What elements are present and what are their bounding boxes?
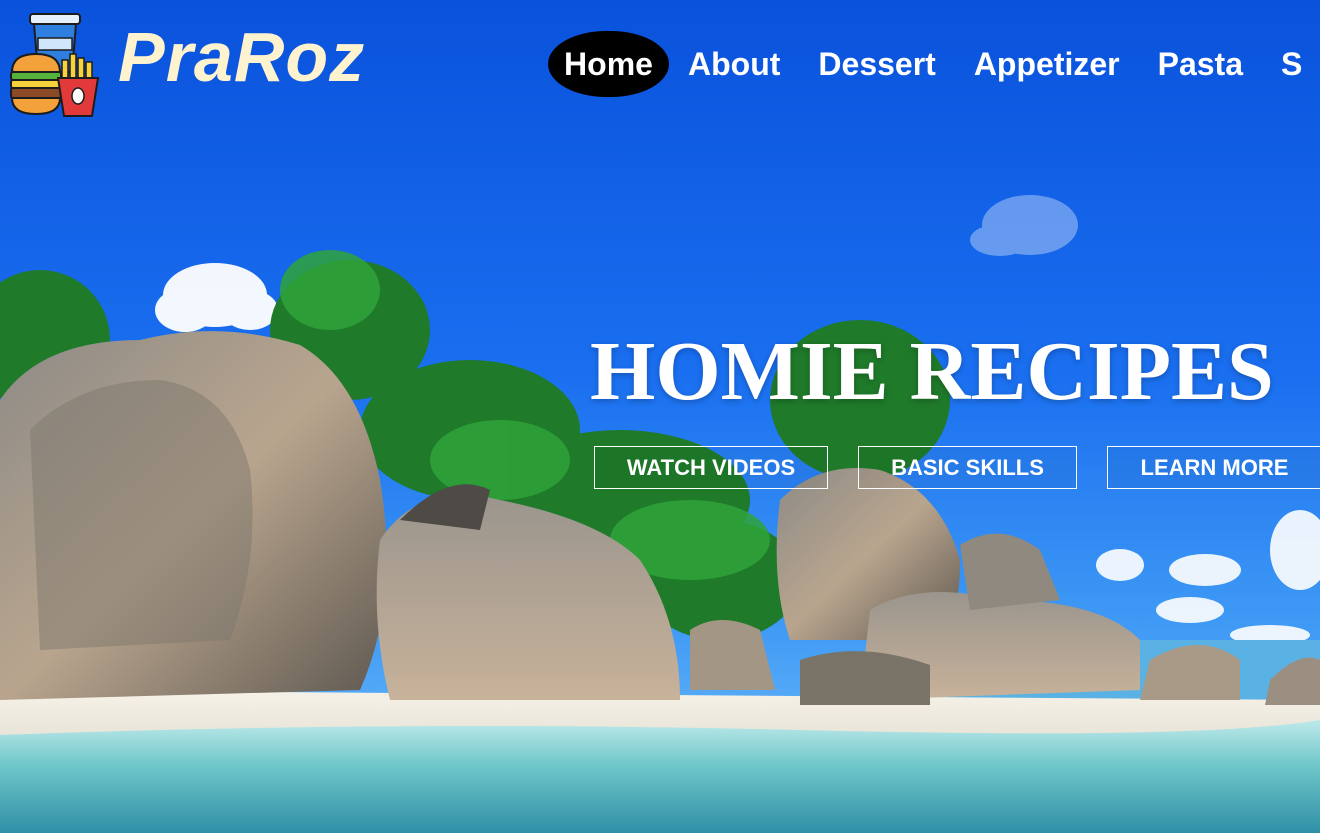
page: PraRoz Home About Dessert Appetizer Past… — [0, 0, 1320, 833]
nav-item-appetizer[interactable]: Appetizer — [955, 31, 1139, 97]
learn-more-button[interactable]: LEARN MORE — [1107, 446, 1320, 489]
nav-item-dessert[interactable]: Dessert — [799, 31, 954, 97]
hero-title: HOMIE RECIPES — [590, 325, 1274, 418]
nav-item-truncated[interactable]: S — [1262, 31, 1320, 97]
main-nav: Home About Dessert Appetizer Pasta S — [548, 31, 1320, 97]
burger-fries-drink-icon[interactable] — [8, 10, 104, 120]
nav-item-about[interactable]: About — [669, 31, 799, 97]
basic-skills-button[interactable]: BASIC SKILLS — [858, 446, 1077, 489]
nav-item-pasta[interactable]: Pasta — [1139, 31, 1262, 97]
watch-videos-button[interactable]: WATCH VIDEOS — [594, 446, 828, 489]
nav-item-home[interactable]: Home — [548, 31, 669, 97]
brand-name[interactable]: PraRoz — [118, 22, 365, 92]
